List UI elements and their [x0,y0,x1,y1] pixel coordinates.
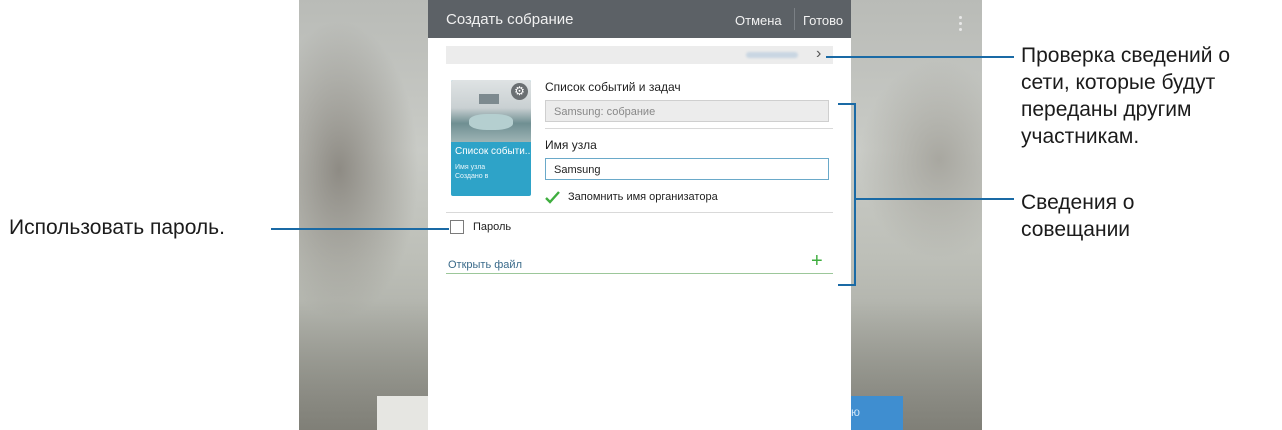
annotation-line: переданы другим [1021,98,1192,121]
callout-line-network [826,56,1014,58]
annotation-line: сети, которые будут [1021,71,1216,94]
add-file-plus-icon[interactable]: + [811,251,823,271]
network-info-bar[interactable]: › [446,45,833,64]
callout-bracket-bottom [838,284,856,286]
gear-icon[interactable]: ⚙ [511,83,528,100]
open-file-link[interactable]: Открыть файл [448,259,522,271]
annotation-line: совещании [1021,218,1131,241]
password-checkbox[interactable] [450,220,464,234]
host-name-label: Имя узла [545,138,597,152]
titlebar-divider [794,8,795,30]
divider [545,128,833,129]
callout-bracket-vertical [854,103,856,286]
create-meeting-dialog: Создать собрание Отмена Готово › ⚙ Списо… [428,0,851,430]
annotation-meeting-info: Сведения о совещании [1021,189,1134,243]
open-file-underline [446,273,833,274]
events-field[interactable]: Samsung: собрание [545,100,829,122]
background-button-right-label: ю [851,405,860,419]
meeting-thumbnail[interactable]: ⚙ Список событи... Имя узла Создано в [451,80,531,196]
chevron-right-icon[interactable]: › [816,45,821,63]
annotation-use-password: Использовать пароль. [9,216,225,239]
host-name-input[interactable]: Samsung [545,158,829,180]
callout-line-meeting [855,198,1014,200]
done-button[interactable]: Готово [803,13,843,28]
background-button-right: ю [849,396,903,430]
remember-organizer-checkbox[interactable] [545,190,560,204]
thumbnail-caption: Список событи... [455,146,531,157]
dialog-title: Создать собрание [446,11,574,28]
remember-organizer-label: Запомнить имя организатора [568,191,718,203]
divider [446,212,833,213]
cancel-button[interactable]: Отмена [735,13,782,28]
thumbnail-host-line: Имя узла [455,164,486,171]
network-info-blurred-text [746,52,798,58]
annotation-line: Сведения о [1021,191,1135,214]
background-blur [299,20,419,320]
background-button-left [377,396,429,430]
annotation-line: участникам. [1021,125,1140,148]
events-label: Список событий и задач [545,80,681,94]
password-label: Пароль [473,221,512,233]
thumbnail-created-line: Создано в [455,173,489,180]
more-options-icon[interactable] [959,16,963,34]
background-blur [859,60,982,260]
checkmark-icon [545,191,560,204]
annotation-network-info: Проверка сведений о сети, которые будут … [1021,42,1230,150]
dialog-titlebar: Создать собрание Отмена Готово [428,0,851,38]
callout-line-password [271,228,449,230]
annotation-line: Проверка сведений о [1021,44,1231,67]
